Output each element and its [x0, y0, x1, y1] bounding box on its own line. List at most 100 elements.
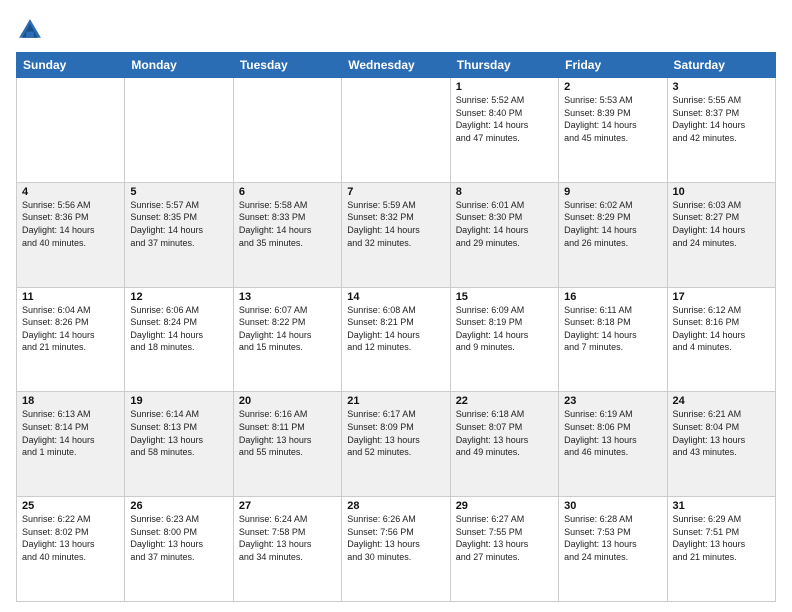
day-number: 2	[564, 81, 661, 93]
header	[16, 16, 776, 44]
day-info: Sunrise: 6:07 AM Sunset: 8:22 PM Dayligh…	[239, 304, 336, 354]
calendar-cell: 20Sunrise: 6:16 AM Sunset: 8:11 PM Dayli…	[233, 392, 341, 497]
weekday-header-wednesday: Wednesday	[342, 53, 450, 78]
calendar-cell: 6Sunrise: 5:58 AM Sunset: 8:33 PM Daylig…	[233, 182, 341, 287]
day-info: Sunrise: 6:29 AM Sunset: 7:51 PM Dayligh…	[673, 513, 770, 563]
calendar-cell: 12Sunrise: 6:06 AM Sunset: 8:24 PM Dayli…	[125, 287, 233, 392]
day-info: Sunrise: 6:04 AM Sunset: 8:26 PM Dayligh…	[22, 304, 119, 354]
day-info: Sunrise: 6:09 AM Sunset: 8:19 PM Dayligh…	[456, 304, 553, 354]
day-info: Sunrise: 5:57 AM Sunset: 8:35 PM Dayligh…	[130, 199, 227, 249]
calendar-cell	[233, 78, 341, 183]
calendar-cell: 31Sunrise: 6:29 AM Sunset: 7:51 PM Dayli…	[667, 497, 775, 602]
day-info: Sunrise: 6:28 AM Sunset: 7:53 PM Dayligh…	[564, 513, 661, 563]
day-number: 24	[673, 395, 770, 407]
day-number: 9	[564, 186, 661, 198]
day-number: 23	[564, 395, 661, 407]
calendar-cell: 10Sunrise: 6:03 AM Sunset: 8:27 PM Dayli…	[667, 182, 775, 287]
day-info: Sunrise: 6:02 AM Sunset: 8:29 PM Dayligh…	[564, 199, 661, 249]
weekday-header-sunday: Sunday	[17, 53, 125, 78]
calendar-cell: 15Sunrise: 6:09 AM Sunset: 8:19 PM Dayli…	[450, 287, 558, 392]
calendar-cell: 18Sunrise: 6:13 AM Sunset: 8:14 PM Dayli…	[17, 392, 125, 497]
logo-icon	[16, 16, 44, 44]
day-info: Sunrise: 6:01 AM Sunset: 8:30 PM Dayligh…	[456, 199, 553, 249]
calendar-cell: 19Sunrise: 6:14 AM Sunset: 8:13 PM Dayli…	[125, 392, 233, 497]
day-number: 26	[130, 500, 227, 512]
day-number: 6	[239, 186, 336, 198]
day-info: Sunrise: 5:53 AM Sunset: 8:39 PM Dayligh…	[564, 94, 661, 144]
day-info: Sunrise: 5:58 AM Sunset: 8:33 PM Dayligh…	[239, 199, 336, 249]
day-info: Sunrise: 6:06 AM Sunset: 8:24 PM Dayligh…	[130, 304, 227, 354]
calendar-cell: 16Sunrise: 6:11 AM Sunset: 8:18 PM Dayli…	[559, 287, 667, 392]
weekday-header-row: SundayMondayTuesdayWednesdayThursdayFrid…	[17, 53, 776, 78]
day-info: Sunrise: 6:27 AM Sunset: 7:55 PM Dayligh…	[456, 513, 553, 563]
day-number: 19	[130, 395, 227, 407]
calendar-cell: 11Sunrise: 6:04 AM Sunset: 8:26 PM Dayli…	[17, 287, 125, 392]
page: SundayMondayTuesdayWednesdayThursdayFrid…	[0, 0, 792, 612]
day-info: Sunrise: 5:56 AM Sunset: 8:36 PM Dayligh…	[22, 199, 119, 249]
calendar-cell: 25Sunrise: 6:22 AM Sunset: 8:02 PM Dayli…	[17, 497, 125, 602]
day-number: 20	[239, 395, 336, 407]
day-info: Sunrise: 6:19 AM Sunset: 8:06 PM Dayligh…	[564, 408, 661, 458]
day-number: 31	[673, 500, 770, 512]
calendar-cell: 27Sunrise: 6:24 AM Sunset: 7:58 PM Dayli…	[233, 497, 341, 602]
day-number: 28	[347, 500, 444, 512]
calendar-cell: 17Sunrise: 6:12 AM Sunset: 8:16 PM Dayli…	[667, 287, 775, 392]
day-info: Sunrise: 6:17 AM Sunset: 8:09 PM Dayligh…	[347, 408, 444, 458]
day-info: Sunrise: 6:22 AM Sunset: 8:02 PM Dayligh…	[22, 513, 119, 563]
day-info: Sunrise: 5:55 AM Sunset: 8:37 PM Dayligh…	[673, 94, 770, 144]
day-number: 30	[564, 500, 661, 512]
day-number: 8	[456, 186, 553, 198]
calendar-cell: 23Sunrise: 6:19 AM Sunset: 8:06 PM Dayli…	[559, 392, 667, 497]
calendar-cell: 2Sunrise: 5:53 AM Sunset: 8:39 PM Daylig…	[559, 78, 667, 183]
calendar-cell	[125, 78, 233, 183]
day-number: 1	[456, 81, 553, 93]
day-number: 22	[456, 395, 553, 407]
week-row-2: 4Sunrise: 5:56 AM Sunset: 8:36 PM Daylig…	[17, 182, 776, 287]
day-number: 4	[22, 186, 119, 198]
day-number: 17	[673, 291, 770, 303]
day-number: 3	[673, 81, 770, 93]
day-info: Sunrise: 6:14 AM Sunset: 8:13 PM Dayligh…	[130, 408, 227, 458]
day-number: 10	[673, 186, 770, 198]
day-number: 16	[564, 291, 661, 303]
calendar-cell: 13Sunrise: 6:07 AM Sunset: 8:22 PM Dayli…	[233, 287, 341, 392]
day-info: Sunrise: 6:16 AM Sunset: 8:11 PM Dayligh…	[239, 408, 336, 458]
day-info: Sunrise: 6:18 AM Sunset: 8:07 PM Dayligh…	[456, 408, 553, 458]
calendar-cell: 5Sunrise: 5:57 AM Sunset: 8:35 PM Daylig…	[125, 182, 233, 287]
week-row-4: 18Sunrise: 6:13 AM Sunset: 8:14 PM Dayli…	[17, 392, 776, 497]
day-number: 27	[239, 500, 336, 512]
day-info: Sunrise: 6:11 AM Sunset: 8:18 PM Dayligh…	[564, 304, 661, 354]
day-number: 14	[347, 291, 444, 303]
day-number: 21	[347, 395, 444, 407]
calendar-cell: 4Sunrise: 5:56 AM Sunset: 8:36 PM Daylig…	[17, 182, 125, 287]
day-info: Sunrise: 6:26 AM Sunset: 7:56 PM Dayligh…	[347, 513, 444, 563]
calendar-cell: 24Sunrise: 6:21 AM Sunset: 8:04 PM Dayli…	[667, 392, 775, 497]
calendar-cell: 8Sunrise: 6:01 AM Sunset: 8:30 PM Daylig…	[450, 182, 558, 287]
weekday-header-tuesday: Tuesday	[233, 53, 341, 78]
day-number: 15	[456, 291, 553, 303]
week-row-1: 1Sunrise: 5:52 AM Sunset: 8:40 PM Daylig…	[17, 78, 776, 183]
calendar-cell: 28Sunrise: 6:26 AM Sunset: 7:56 PM Dayli…	[342, 497, 450, 602]
calendar-cell: 21Sunrise: 6:17 AM Sunset: 8:09 PM Dayli…	[342, 392, 450, 497]
day-number: 11	[22, 291, 119, 303]
week-row-5: 25Sunrise: 6:22 AM Sunset: 8:02 PM Dayli…	[17, 497, 776, 602]
weekday-header-friday: Friday	[559, 53, 667, 78]
day-number: 13	[239, 291, 336, 303]
weekday-header-monday: Monday	[125, 53, 233, 78]
calendar-cell: 7Sunrise: 5:59 AM Sunset: 8:32 PM Daylig…	[342, 182, 450, 287]
week-row-3: 11Sunrise: 6:04 AM Sunset: 8:26 PM Dayli…	[17, 287, 776, 392]
day-number: 29	[456, 500, 553, 512]
day-info: Sunrise: 6:12 AM Sunset: 8:16 PM Dayligh…	[673, 304, 770, 354]
day-number: 25	[22, 500, 119, 512]
day-info: Sunrise: 6:08 AM Sunset: 8:21 PM Dayligh…	[347, 304, 444, 354]
day-number: 18	[22, 395, 119, 407]
day-info: Sunrise: 6:24 AM Sunset: 7:58 PM Dayligh…	[239, 513, 336, 563]
day-info: Sunrise: 6:23 AM Sunset: 8:00 PM Dayligh…	[130, 513, 227, 563]
day-info: Sunrise: 5:52 AM Sunset: 8:40 PM Dayligh…	[456, 94, 553, 144]
calendar-cell: 9Sunrise: 6:02 AM Sunset: 8:29 PM Daylig…	[559, 182, 667, 287]
day-info: Sunrise: 5:59 AM Sunset: 8:32 PM Dayligh…	[347, 199, 444, 249]
calendar-cell	[17, 78, 125, 183]
day-info: Sunrise: 6:13 AM Sunset: 8:14 PM Dayligh…	[22, 408, 119, 458]
day-number: 12	[130, 291, 227, 303]
calendar-cell: 3Sunrise: 5:55 AM Sunset: 8:37 PM Daylig…	[667, 78, 775, 183]
